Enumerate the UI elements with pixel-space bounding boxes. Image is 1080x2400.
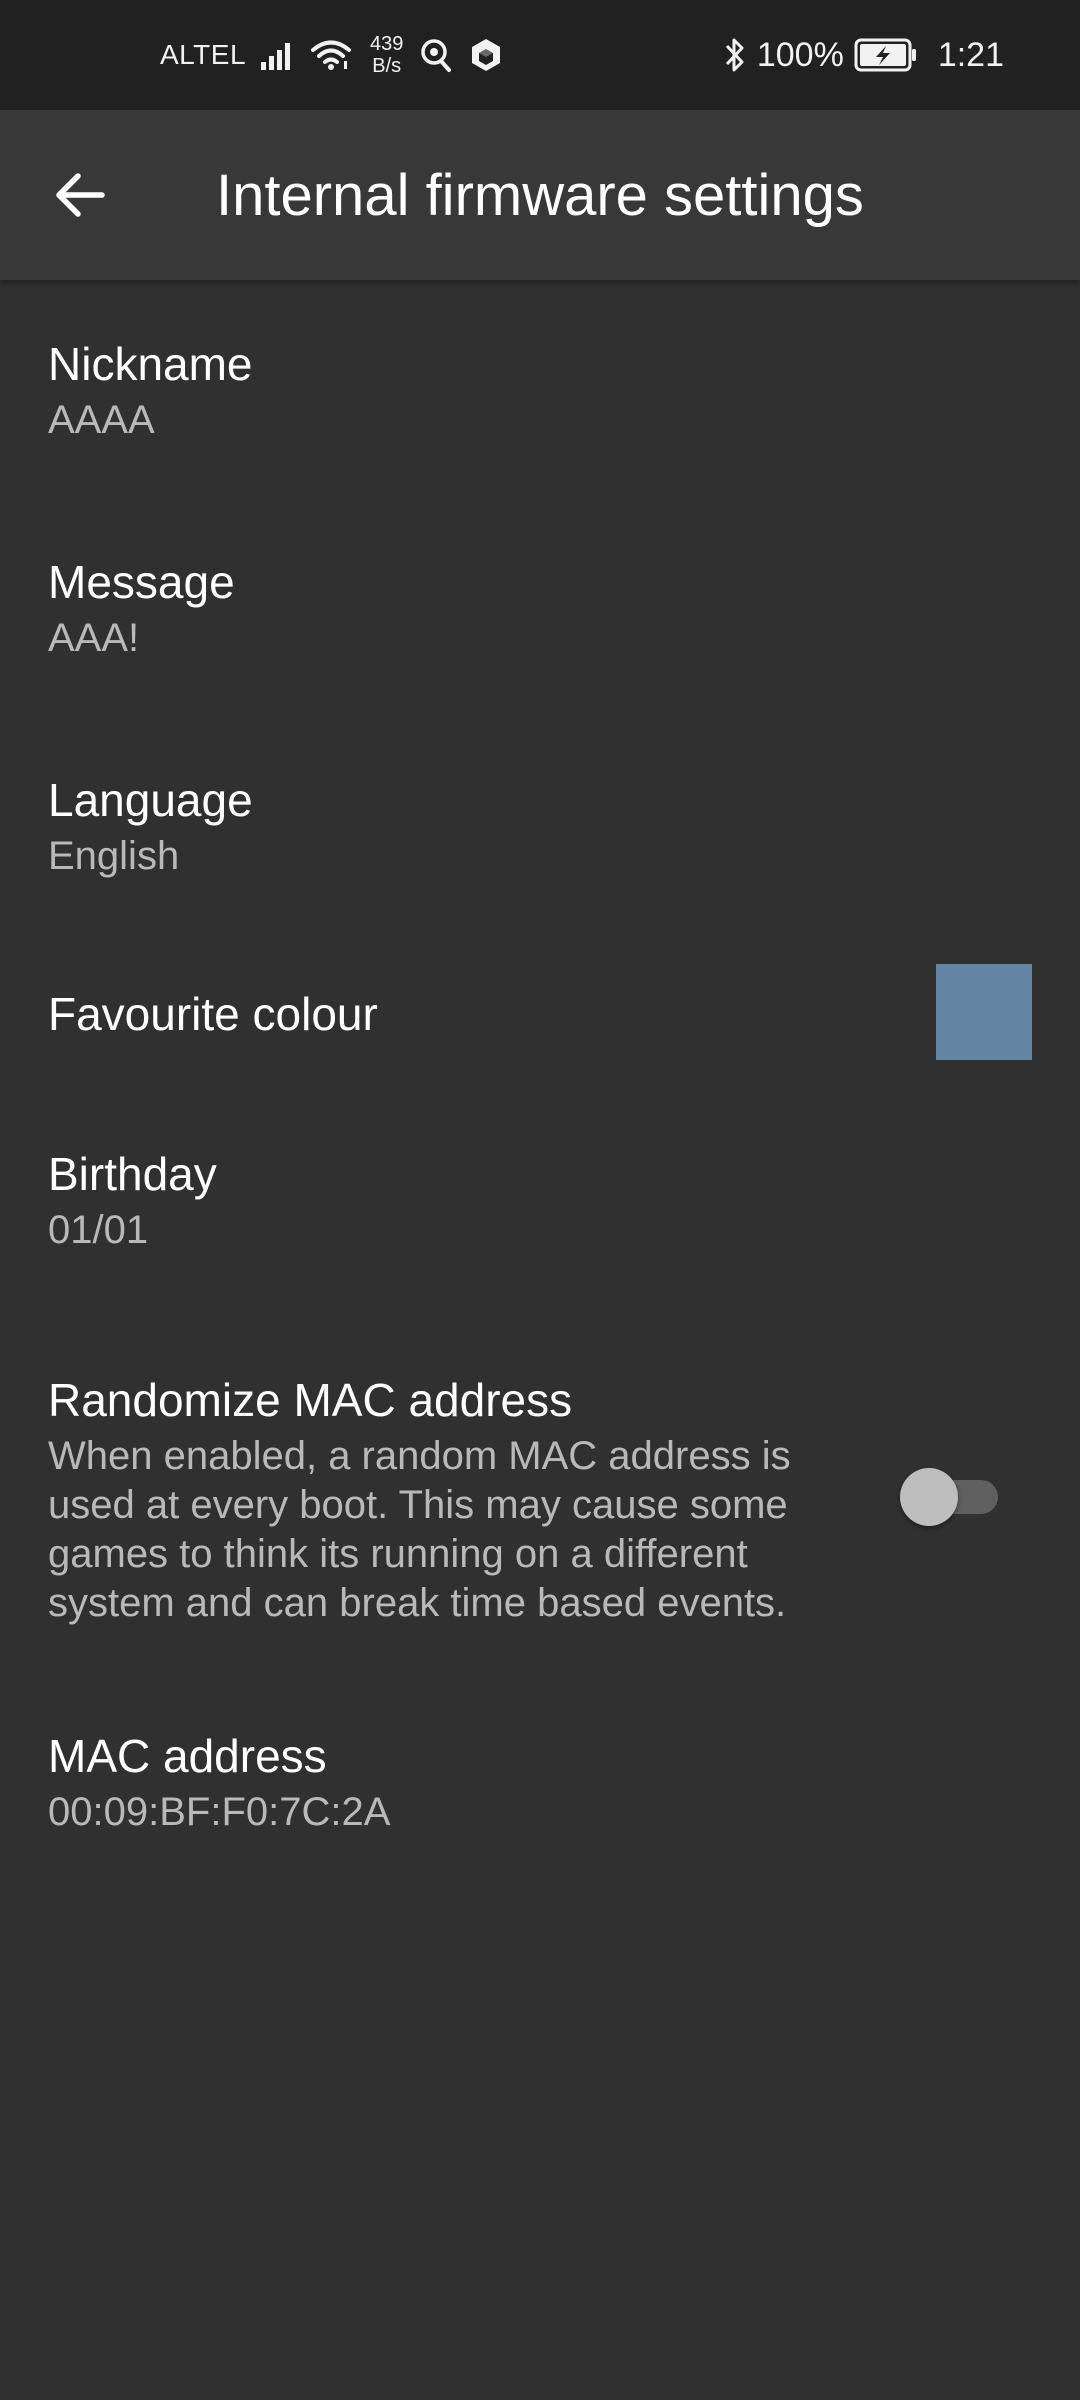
location-icon <box>417 37 455 73</box>
app-bar: Internal firmware settings <box>0 110 1080 280</box>
wifi-icon <box>310 39 352 71</box>
network-speed: 439 B/s <box>370 33 403 77</box>
description-line: When enabled, a random MAC address is <box>48 1434 791 1478</box>
pref-nickname[interactable]: Nickname AAAA <box>0 282 1080 500</box>
pref-message-title: Message <box>48 556 235 608</box>
pref-favourite-colour-title: Favourite colour <box>48 988 378 1040</box>
pref-randomize-mac-description: When enabled, a random MAC address is us… <box>48 1432 868 1628</box>
cube-icon <box>469 37 503 73</box>
pref-mac-address[interactable]: MAC address 00:09:BF:F0:7C:2A <box>0 1674 1080 1892</box>
status-bar: ALTEL 439 B/s 100% 1:21 <box>0 0 1080 110</box>
pref-nickname-title: Nickname <box>48 338 253 390</box>
pref-nickname-value: AAAA <box>48 398 155 442</box>
pref-birthday-title: Birthday <box>48 1148 217 1200</box>
pref-mac-address-value: 00:09:BF:F0:7C:2A <box>48 1790 391 1834</box>
pref-birthday-value: 01/01 <box>48 1208 149 1252</box>
pref-language-value: English <box>48 834 180 878</box>
battery-charging-icon <box>854 38 918 72</box>
clock: 1:21 <box>937 35 1004 74</box>
network-speed-value: 439 <box>370 33 404 55</box>
signal-icon <box>260 40 296 70</box>
colour-swatch[interactable] <box>936 964 1032 1060</box>
back-button[interactable] <box>40 155 120 235</box>
pref-language[interactable]: Language English <box>0 718 1080 936</box>
pref-randomize-mac-title: Randomize MAC address <box>48 1374 573 1426</box>
description-line: used at every boot. This may cause some <box>48 1483 788 1527</box>
pref-mac-address-title: MAC address <box>48 1730 327 1782</box>
pref-message-value: AAA! <box>48 616 140 660</box>
randomize-mac-toggle[interactable] <box>900 1468 1000 1526</box>
description-line: games to think its running on a differen… <box>48 1532 748 1576</box>
battery-percent: 100% <box>756 35 844 74</box>
description-line: system and can break time based events. <box>48 1581 787 1625</box>
page-title: Internal firmware settings <box>216 163 864 228</box>
status-bar-right: 100% 1:21 <box>723 0 1004 110</box>
status-bar-left: ALTEL 439 B/s <box>160 0 503 110</box>
network-speed-unit: B/s <box>372 55 402 77</box>
pref-birthday[interactable]: Birthday 01/01 <box>0 1092 1080 1310</box>
pref-language-title: Language <box>48 774 253 826</box>
carrier-label: ALTEL <box>160 39 247 70</box>
toggle-thumb <box>900 1468 958 1526</box>
pref-message[interactable]: Message AAA! <box>0 500 1080 718</box>
pref-favourite-colour[interactable]: Favourite colour <box>0 936 1080 1092</box>
back-arrow-icon <box>54 171 106 219</box>
bluetooth-icon <box>723 36 747 74</box>
